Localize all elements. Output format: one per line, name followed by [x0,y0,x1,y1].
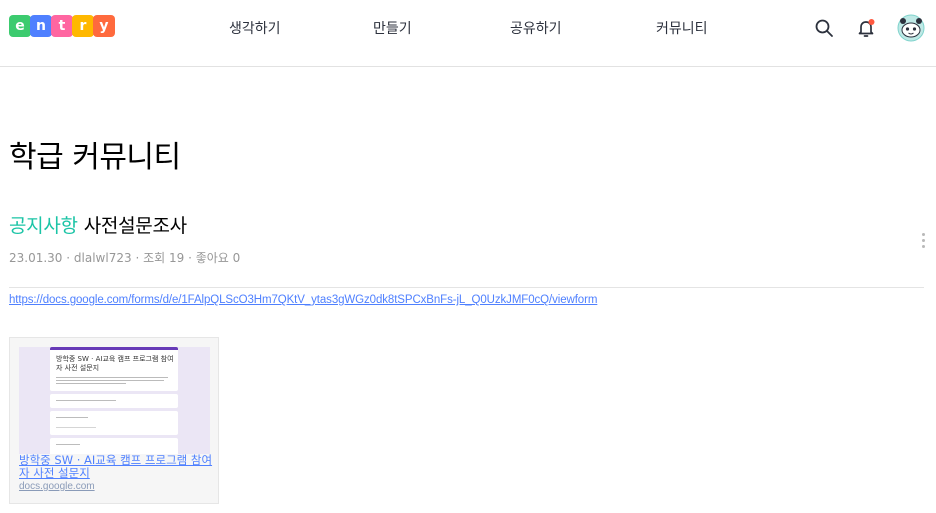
post-meta: 23.01.30 · dlalwl723 · 조회 19 · 좋아요 0 [9,249,240,266]
form-question-card [50,438,178,454]
search-icon [815,19,833,37]
post-date: 23.01.30 [9,251,63,265]
post-category: 공지사항 [9,215,78,237]
post-likes: 좋아요 0 [195,251,241,265]
post-author[interactable]: dlalwl723 [74,251,132,265]
nav-item-community[interactable]: 커뮤니티 [656,18,708,38]
avatar[interactable] [896,13,926,43]
logo-letter: t [51,15,73,37]
meta-separator: · [188,251,196,265]
logo-letter: y [93,15,115,37]
preview-domain: docs.google.com [19,481,95,492]
nav-item-make[interactable]: 만들기 [373,18,412,38]
more-options-button[interactable] [918,233,928,251]
logo-letter: n [30,15,52,37]
notification-button[interactable] [852,14,880,42]
link-preview-card[interactable]: 방학중 SW · AI교육 캠프 프로그램 참여자 사전 설문지 방학중 SW … [9,337,219,504]
more-dot-icon [921,239,925,242]
entry-logo[interactable]: e n t r y [9,15,115,37]
divider [9,287,924,288]
post-views: 조회 19 [143,251,185,265]
more-dot-icon [921,245,925,248]
post-title-text: 사전설문조사 [83,215,187,237]
form-header-card: 방학중 SW · AI교육 캠프 프로그램 참여자 사전 설문지 [50,347,178,391]
nav-item-share[interactable]: 공유하기 [510,18,562,38]
logo-letter: r [72,15,94,37]
bell-icon [858,19,875,37]
form-title: 방학중 SW · AI교육 캠프 프로그램 참여자 사전 설문지 [56,355,174,372]
nav-item-think[interactable]: 생각하기 [229,18,281,38]
preview-thumbnail: 방학중 SW · AI교육 캠프 프로그램 참여자 사전 설문지 [19,347,210,454]
meta-separator: · [135,251,144,265]
more-dot-icon [921,233,925,236]
avatar-icon [897,14,925,42]
form-question-card [50,411,178,435]
meta-separator: · [66,251,74,265]
post-link[interactable]: https://docs.google.com/forms/d/e/1FAlpQ… [9,294,597,306]
form-question-card [50,394,178,408]
top-header: e n t r y 생각하기 만들기 공유하기 커뮤니티 [0,0,936,67]
search-button[interactable] [810,14,838,42]
post-title: 공지사항 사전설문조사 [9,211,187,238]
page-title: 학급 커뮤니티 [9,140,181,175]
preview-title[interactable]: 방학중 SW · AI교육 캠프 프로그램 참여자 사전 설문지 [19,454,214,480]
logo-letter: e [9,15,31,37]
